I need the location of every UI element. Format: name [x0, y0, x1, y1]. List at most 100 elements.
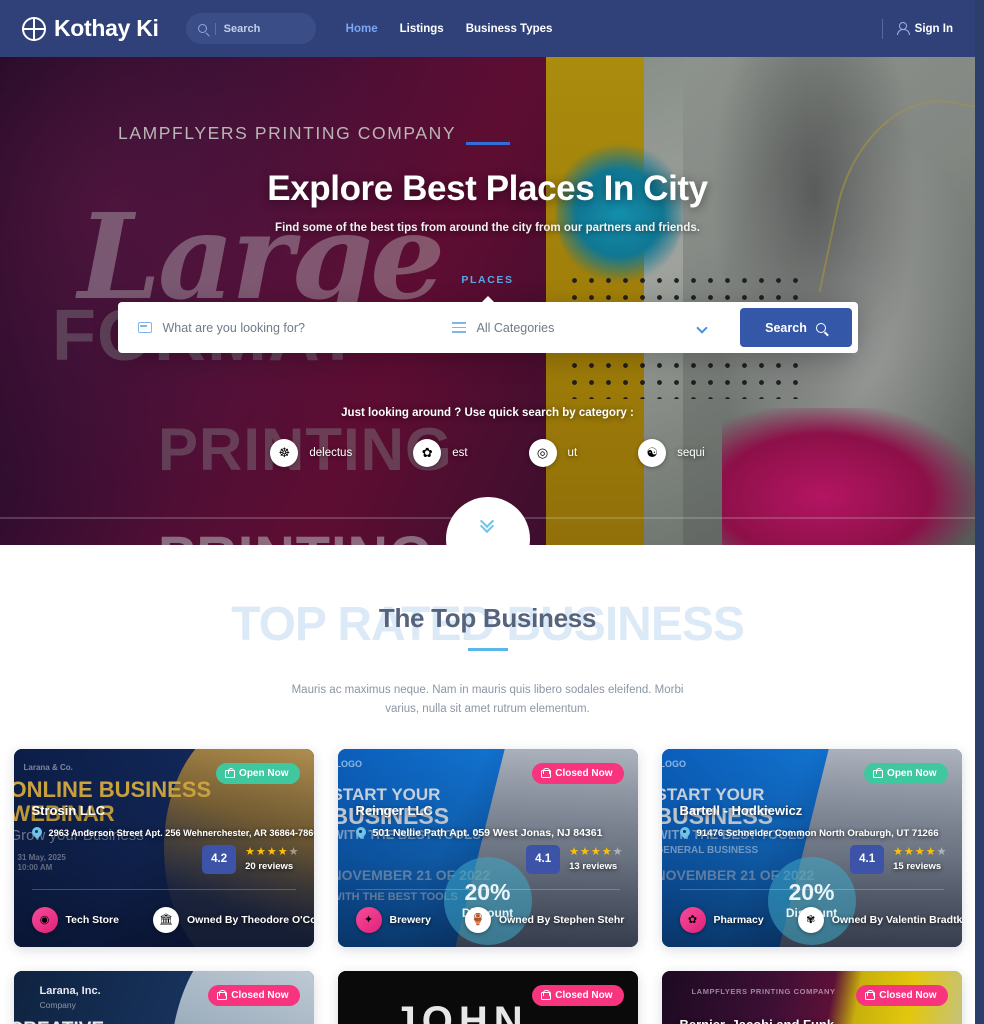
- top-business-section: TOP RATED BUSINESS The Top Business Maur…: [0, 545, 975, 1024]
- rating-row: 4.2 ★★★★★ 20 reviews: [202, 844, 299, 874]
- hero-content: Explore Best Places In City Find some of…: [0, 57, 975, 545]
- business-card[interactable]: Larana, Inc. Company CREATIVE Closed Now: [13, 970, 314, 1024]
- status-label: Closed Now: [555, 989, 613, 1001]
- card-body: Reinger LLC 501 Nellie Path Apt. 059 Wes…: [356, 803, 624, 840]
- page-title: The Top Business: [378, 603, 597, 633]
- card-divider: [355, 888, 620, 890]
- business-name: Bartell - Hodkiewicz: [679, 802, 803, 818]
- quick-category-ut[interactable]: ◎ ut: [528, 439, 577, 467]
- hero-search-bar: What are you looking for? All Categories…: [117, 296, 858, 353]
- hero-subtitle: Find some of the best tips from around t…: [275, 222, 700, 234]
- business-card[interactable]: Larana & Co. ONLINE BUSINESS WEBINAR Gro…: [13, 748, 314, 947]
- rating-row: 4.1 ★★★★★ 13 reviews: [526, 844, 624, 874]
- owner-avatar: 🏛: [152, 906, 179, 933]
- review-count: 20 reviews: [245, 860, 294, 872]
- status-badge: Closed Now: [532, 762, 624, 784]
- status-badge: Closed Now: [532, 984, 624, 1006]
- card-footer: ✦ Brewery 🏺 Owned By Stephen Stehr: [338, 888, 638, 947]
- rating-value: 4.2: [202, 844, 237, 874]
- status-label: Open Now: [887, 767, 937, 779]
- business-category: Pharmacy: [713, 913, 764, 926]
- status-label: Closed Now: [879, 989, 937, 1001]
- address-row: 2963 Anderson Street Apt. 256 Wehnerches…: [32, 827, 314, 840]
- review-count: 13 reviews: [569, 860, 618, 872]
- business-owner: Owned By Valentin Bradtke: [831, 913, 962, 926]
- keyword-placeholder: What are you looking for?: [162, 320, 305, 335]
- business-owner: Owned By Theodore O'Conner: [186, 913, 314, 926]
- status-label: Closed Now: [555, 767, 613, 779]
- badge-emblem-icon: ☸: [270, 439, 299, 467]
- business-card[interactable]: LAMPFLYERS PRINTING COMPANY Closed Now B…: [661, 970, 962, 1024]
- category-select[interactable]: All Categories: [432, 302, 720, 353]
- sign-in-label: Sign In: [914, 22, 953, 35]
- search-divider: [214, 22, 216, 35]
- page-root: Kothay Ki Search Home Listings Business …: [0, 0, 975, 1024]
- owner-avatar: 🏺: [464, 906, 491, 933]
- nav-item-business-types[interactable]: Business Types: [466, 23, 553, 35]
- star-rating: ★★★★★: [569, 845, 624, 858]
- stars-wrap: ★★★★★ 13 reviews: [569, 845, 624, 872]
- business-category: Tech Store: [65, 913, 119, 926]
- rating-row: 4.1 ★★★★★ 15 reviews: [850, 844, 947, 874]
- hero-section: LAMPFLYERS PRINTING COMPANY Large FORMAT…: [0, 57, 975, 545]
- quick-category-label: est: [452, 447, 468, 459]
- hero-title: Explore Best Places In City: [267, 169, 708, 208]
- header-search-placeholder: Search: [223, 22, 261, 35]
- card-icon: [137, 322, 152, 333]
- business-name: Bernier, Jacobi and Funk: [680, 1017, 948, 1024]
- card-divider: [31, 888, 296, 890]
- card-footer: ◉ Tech Store 🏛 Owned By Theodore O'Conne…: [14, 888, 314, 947]
- owner-avatar: ✾: [797, 906, 824, 933]
- hero-eyebrow: PLACES: [461, 274, 514, 286]
- header-separator: [881, 18, 883, 39]
- colorful-cluster-icon: ✿: [413, 439, 442, 467]
- business-card[interactable]: LOGO START YOUR BUSINESS WITH THE BEST T…: [337, 748, 638, 947]
- status-label: Open Now: [239, 767, 289, 779]
- quick-category-sequi[interactable]: ☯ sequi: [638, 439, 705, 467]
- card-body: Strosin LLC 2963 Anderson Street Apt. 25…: [31, 802, 314, 840]
- brand-name: Kothay Ki: [54, 15, 159, 41]
- search-icon: [197, 24, 207, 33]
- hero-search-button-label: Search: [765, 320, 807, 335]
- quick-category-row: ☸ delectus ✿ est ◎ ut ☯ sequi: [270, 439, 705, 467]
- lock-icon: [541, 990, 552, 1001]
- unlock-icon: [873, 768, 884, 779]
- nav-item-listings[interactable]: Listings: [400, 23, 444, 35]
- hero-search-button[interactable]: Search: [739, 308, 852, 347]
- purple-swirl-icon: ☯: [638, 439, 667, 467]
- business-name: Strosin LLC: [31, 802, 106, 818]
- business-name: Reinger LLC: [355, 802, 433, 818]
- keyword-search-field[interactable]: What are you looking for?: [118, 302, 418, 353]
- hero-accent-dash: [465, 142, 510, 145]
- card-body: Bartell - Hodkiewicz 91476 Schneider Com…: [680, 803, 948, 840]
- site-header: Kothay Ki Search Home Listings Business …: [0, 0, 975, 57]
- globe-icon: [22, 16, 46, 41]
- sign-in-button[interactable]: Sign In: [896, 22, 953, 35]
- quick-search-hint: Just looking around ? Use quick search b…: [341, 407, 634, 419]
- category-icon: ✿: [679, 906, 706, 933]
- business-card-grid: Larana & Co. ONLINE BUSINESS WEBINAR Gro…: [13, 748, 962, 1024]
- header-search-box[interactable]: Search: [185, 13, 316, 44]
- nav-item-home[interactable]: Home: [346, 23, 378, 35]
- stars-wrap: ★★★★★ 15 reviews: [893, 846, 947, 872]
- quick-category-est[interactable]: ✿ est: [413, 439, 468, 467]
- address-row: 91476 Schneider Common North Oraburgh, U…: [680, 827, 948, 840]
- location-pin-icon: [680, 827, 690, 840]
- status-badge: Closed Now: [856, 984, 948, 1006]
- rating-value: 4.1: [850, 844, 885, 874]
- quick-category-delectus[interactable]: ☸ delectus: [270, 439, 352, 467]
- status-badge: Closed Now: [208, 984, 300, 1006]
- quick-category-label: sequi: [677, 447, 705, 459]
- business-address: 2963 Anderson Street Apt. 256 Wehnerches…: [48, 828, 314, 839]
- business-card[interactable]: JOHN BUSINESS PRODUCTIONS Closed Now: [337, 970, 638, 1024]
- list-icon: [451, 322, 466, 333]
- status-badge: Open Now: [864, 762, 948, 784]
- business-card[interactable]: LOGO START YOUR BUSINESS WITH THE BEST T…: [661, 748, 962, 947]
- business-address: 91476 Schneider Common North Oraburgh, U…: [696, 827, 939, 839]
- card-divider: [679, 888, 944, 890]
- main-nav: Home Listings Business Types: [346, 23, 553, 35]
- status-badge: Open Now: [216, 762, 300, 784]
- location-pin-icon: [32, 827, 42, 840]
- brand-logo[interactable]: Kothay Ki: [22, 15, 159, 42]
- section-header: TOP RATED BUSINESS The Top Business: [0, 598, 975, 665]
